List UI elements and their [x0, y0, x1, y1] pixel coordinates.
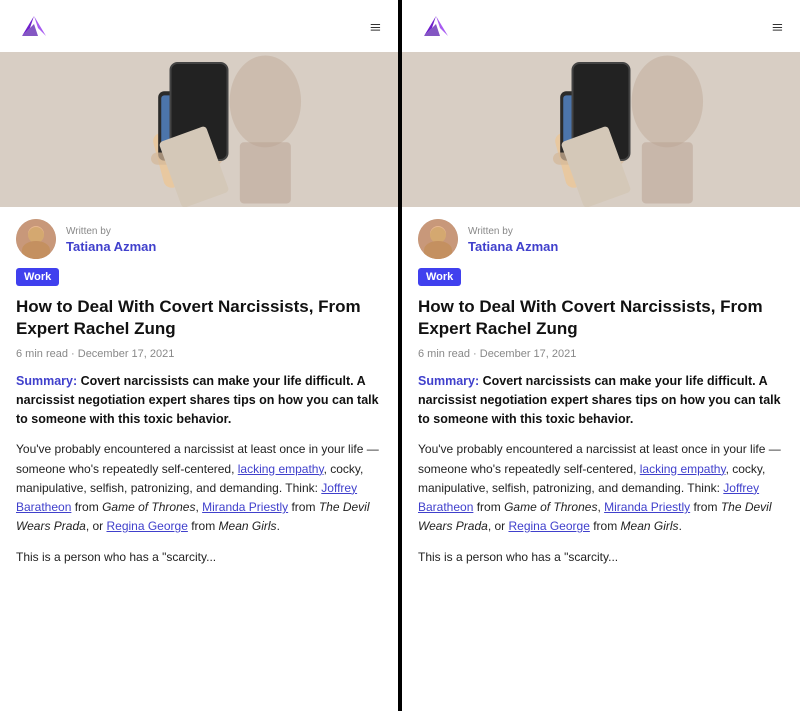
left-body8: . — [277, 519, 280, 533]
left-article-summary: Summary: Covert narcissists can make you… — [16, 372, 382, 428]
right-teaser: This is a person who has a "scarcity... — [418, 548, 784, 567]
right-body6: , or — [488, 519, 509, 533]
right-summary-label: Summary: — [418, 374, 479, 388]
right-author-avatar — [418, 219, 458, 259]
right-body7: from — [590, 519, 621, 533]
left-article-title: How to Deal With Covert Narcissists, Fro… — [16, 296, 382, 340]
left-article-body: Work How to Deal With Covert Narcissists… — [0, 267, 398, 596]
left-teaser: This is a person who has a "scarcity... — [16, 548, 382, 567]
right-author-section: Written by Tatiana Azman — [402, 207, 800, 267]
left-body7: from — [188, 519, 219, 533]
left-written-by-label: Written by — [66, 225, 156, 239]
right-nav-bar: ≡ — [402, 0, 800, 52]
left-author-section: Written by Tatiana Azman — [0, 207, 398, 267]
right-article-summary: Summary: Covert narcissists can make you… — [418, 372, 784, 428]
left-author-name[interactable]: Tatiana Azman — [66, 239, 156, 254]
right-author-info: Written by Tatiana Azman — [468, 225, 558, 254]
left-body3: from — [71, 500, 102, 514]
right-body8: . — [679, 519, 682, 533]
left-body5: from — [288, 500, 319, 514]
right-link4[interactable]: Regina George — [508, 519, 589, 533]
right-italic3: Mean Girls — [621, 519, 679, 533]
left-article-text: You've probably encountered a narcissist… — [16, 440, 382, 536]
left-link1[interactable]: lacking empathy — [238, 462, 324, 476]
left-summary-label: Summary: — [16, 374, 77, 388]
left-author-info: Written by Tatiana Azman — [66, 225, 156, 254]
left-hero-image — [0, 52, 398, 207]
right-italic1: Game of Thrones — [504, 500, 597, 514]
left-link3[interactable]: Miranda Priestly — [202, 500, 288, 514]
right-hamburger-icon[interactable]: ≡ — [772, 18, 784, 38]
left-link4[interactable]: Regina George — [106, 519, 187, 533]
left-tag-work[interactable]: Work — [16, 268, 59, 286]
right-hero-image — [402, 52, 800, 207]
left-panel: ≡ — [0, 0, 398, 711]
right-author-name[interactable]: Tatiana Azman — [468, 239, 558, 254]
left-italic1: Game of Thrones — [102, 500, 195, 514]
right-tag-work[interactable]: Work — [418, 268, 461, 286]
right-article-body: Work How to Deal With Covert Narcissists… — [402, 267, 800, 596]
right-logo[interactable] — [418, 14, 454, 42]
right-written-by-label: Written by — [468, 225, 558, 239]
left-italic3: Mean Girls — [219, 519, 277, 533]
right-article-meta: 6 min read · December 17, 2021 — [418, 348, 784, 360]
screen-wrapper: ≡ — [0, 0, 800, 711]
right-body5: from — [690, 500, 721, 514]
left-hamburger-icon[interactable]: ≡ — [370, 18, 382, 38]
left-logo[interactable] — [16, 14, 52, 42]
right-body3: from — [473, 500, 504, 514]
right-article-text: You've probably encountered a narcissist… — [418, 440, 784, 536]
left-body6: , or — [86, 519, 107, 533]
left-nav-bar: ≡ — [0, 0, 398, 52]
left-article-meta: 6 min read · December 17, 2021 — [16, 348, 382, 360]
right-panel: ≡ — [398, 0, 800, 711]
left-author-avatar — [16, 219, 56, 259]
right-link1[interactable]: lacking empathy — [640, 462, 726, 476]
right-article-title: How to Deal With Covert Narcissists, Fro… — [418, 296, 784, 340]
right-link3[interactable]: Miranda Priestly — [604, 500, 690, 514]
